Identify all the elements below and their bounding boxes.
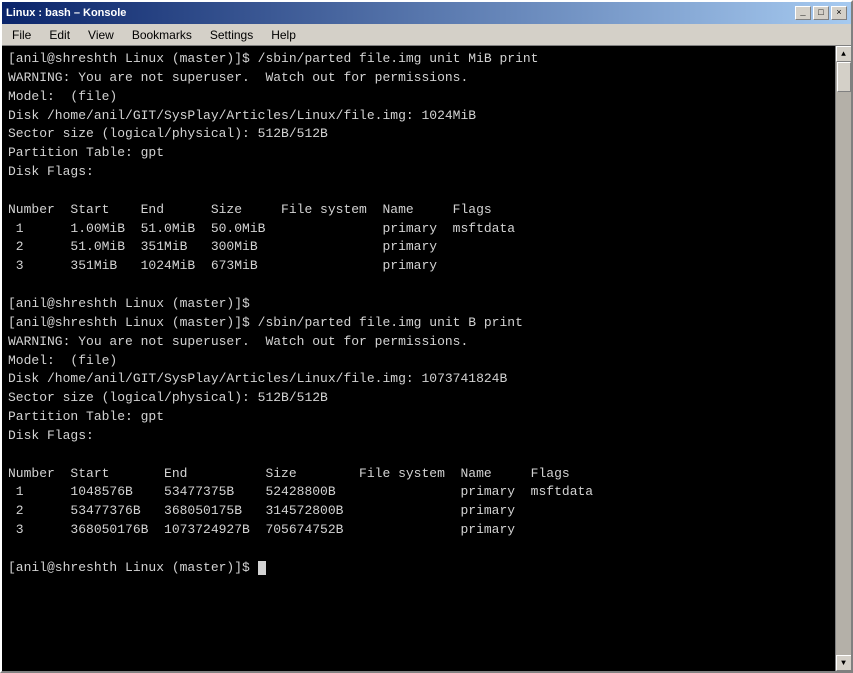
menu-file[interactable]: File [4, 26, 39, 44]
maximize-button[interactable]: □ [813, 6, 829, 20]
terminal-output[interactable]: [anil@shreshth Linux (master)]$ /sbin/pa… [2, 46, 835, 671]
scroll-up-button[interactable]: ▲ [836, 46, 852, 62]
vertical-scrollbar[interactable]: ▲ ▼ [835, 46, 851, 671]
scroll-thumb[interactable] [837, 62, 851, 92]
title-bar: Linux : bash – Konsole _ □ × [2, 2, 851, 24]
menu-view[interactable]: View [80, 26, 122, 44]
terminal-cursor [258, 561, 266, 575]
window-title: Linux : bash – Konsole [6, 7, 126, 19]
menu-edit[interactable]: Edit [41, 26, 78, 44]
scroll-down-button[interactable]: ▼ [836, 655, 852, 671]
menu-help[interactable]: Help [263, 26, 304, 44]
title-bar-buttons: _ □ × [795, 6, 847, 20]
close-button[interactable]: × [831, 6, 847, 20]
minimize-button[interactable]: _ [795, 6, 811, 20]
scrollbar-area: [anil@shreshth Linux (master)]$ /sbin/pa… [2, 46, 851, 671]
menu-settings[interactable]: Settings [202, 26, 261, 44]
scroll-track[interactable] [836, 62, 851, 655]
main-window: Linux : bash – Konsole _ □ × File Edit V… [0, 0, 853, 673]
menu-bookmarks[interactable]: Bookmarks [124, 26, 200, 44]
menu-bar: File Edit View Bookmarks Settings Help [2, 24, 851, 46]
